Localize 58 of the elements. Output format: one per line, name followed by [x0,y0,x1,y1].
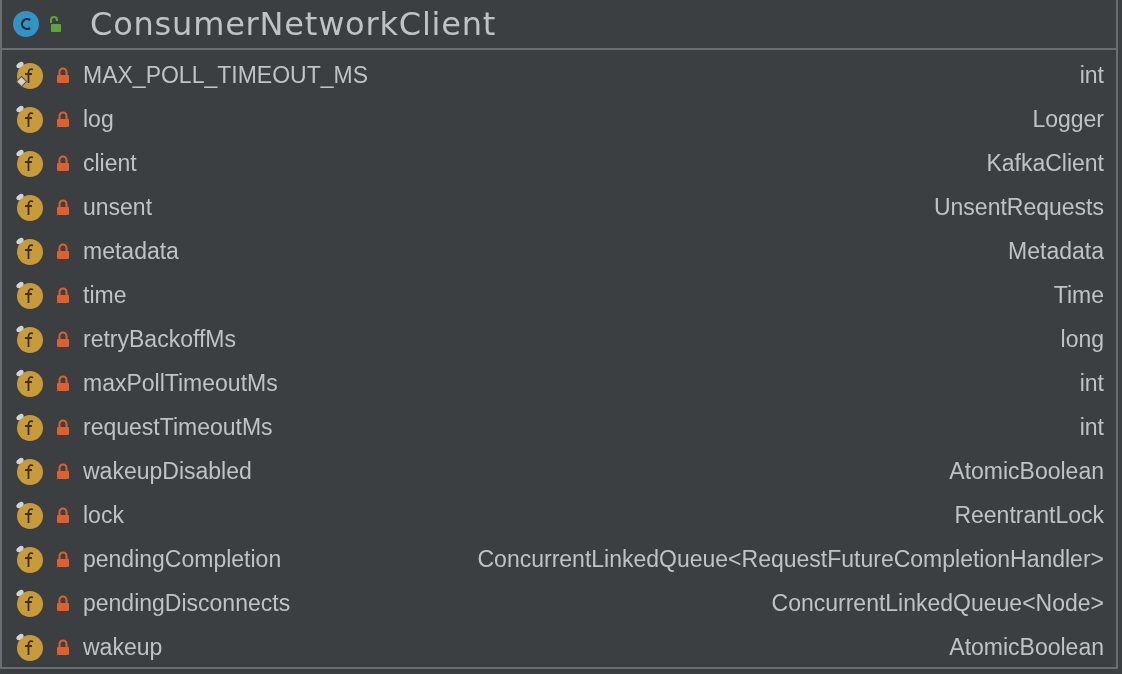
field-name: MAX_POLL_TIMEOUT_MS [83,60,369,90]
padlock-icon [56,155,70,171]
field-row[interactable]: unsent UnsentRequests [2,185,1116,229]
padlock-icon [56,551,70,567]
field-row[interactable]: pendingDisconnects ConcurrentLinkedQueue<Node> [2,581,1116,625]
field-row[interactable]: client KafkaClient [2,141,1116,185]
field-row[interactable]: pendingCompletion ConcurrentLinkedQueue<RequestFutureCompletionHandler> [2,537,1116,581]
field-name: pendingDisconnects [83,588,291,618]
field-type: long [1059,324,1104,354]
field-name: pendingCompletion [83,544,282,574]
field-row[interactable]: wakeupDisabled AtomicBoolean [2,449,1116,493]
padlock-icon [56,463,70,479]
field-row[interactable]: time Time [2,273,1116,317]
field-row[interactable]: MAX_POLL_TIMEOUT_MS int [2,53,1116,97]
field-type: UnsentRequests [932,192,1104,222]
field-row[interactable]: metadata Metadata [2,229,1116,273]
field-row[interactable]: requestTimeoutMs int [2,405,1116,449]
field-row[interactable]: log Logger [2,97,1116,141]
padlock-icon [56,375,70,391]
padlock-icon [56,595,70,611]
field-type: ConcurrentLinkedQueue<Node> [770,588,1104,618]
padlock-icon [56,287,70,303]
field-name: lock [83,500,124,530]
field-name: wakeup [83,632,163,662]
field-name: metadata [83,236,179,266]
field-type: Time [1052,280,1104,310]
padlock-icon [56,331,70,347]
field-type: Logger [1031,104,1104,134]
field-type: int [1078,412,1104,442]
field-name: wakeupDisabled [83,456,252,486]
class-icon [12,10,40,38]
padlock-icon [56,507,70,523]
field-name: maxPollTimeoutMs [83,368,278,398]
field-type: ReentrantLock [953,500,1104,530]
field-name: client [83,148,137,178]
field-name: retryBackoffMs [83,324,236,354]
field-name: log [83,104,114,134]
padlock-icon [56,639,70,655]
padlock-icon [56,419,70,435]
padlock-icon [56,111,70,127]
field-name: requestTimeoutMs [83,412,273,442]
padlock-icon [56,243,70,259]
class-name: ConsumerNetworkClient [90,4,497,45]
field-row[interactable]: wakeup AtomicBoolean [2,625,1116,669]
field-type: KafkaClient [985,148,1104,178]
field-type: Metadata [1007,236,1104,266]
padlock-icon [56,67,70,83]
field-type: int [1078,368,1104,398]
field-type: int [1078,60,1104,90]
field-type: AtomicBoolean [948,456,1104,486]
field-row[interactable]: retryBackoffMs long [2,317,1116,361]
padlock-icon [56,199,70,215]
field-row[interactable]: maxPollTimeoutMs int [2,361,1116,405]
field-row[interactable]: lock ReentrantLock [2,493,1116,537]
field-name: time [83,280,127,310]
field-type: ConcurrentLinkedQueue<RequestFutureCompletionHandler> [476,544,1104,574]
field-type: AtomicBoolean [948,632,1104,662]
field-name: unsent [83,192,153,222]
